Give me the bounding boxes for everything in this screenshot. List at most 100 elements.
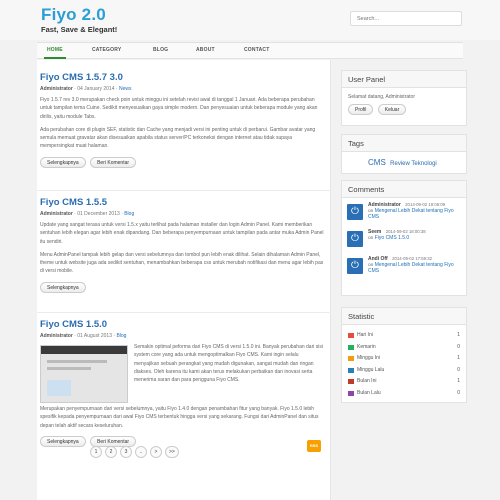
main-nav: HOME CATEGORY BLOG ABOUT CONTACT <box>37 42 463 59</box>
widget-title: User Panel <box>342 71 466 88</box>
comment-post-link[interactable]: Mengenal Lebih Dekat tentang Fiyo CMS <box>368 208 454 220</box>
stat-row: Bulan Lalu 0 <box>342 388 466 400</box>
stat-value: 1 <box>457 378 460 384</box>
stat-label: Bulan Ini <box>357 378 377 384</box>
flag-icon <box>348 379 354 384</box>
search-input[interactable] <box>351 12 461 25</box>
comment-date: 2014-09-02 17:59:32 <box>392 256 433 261</box>
widget-title: Comments <box>342 181 466 198</box>
post-thumbnail[interactable] <box>40 345 128 403</box>
post-body: Update yang sangat terasa untuk versi 1.… <box>40 221 324 276</box>
stat-row: Bulan Ini 1 <box>342 376 466 388</box>
page-link[interactable]: 2 <box>105 446 117 458</box>
nav-category[interactable]: CATEGORY <box>92 43 121 58</box>
post-category[interactable]: Blog <box>124 211 134 217</box>
comment-button[interactable]: Beri Komentar <box>90 156 137 168</box>
post-paragraph: Ada perubahan core di plugin SEF, statis… <box>40 126 316 150</box>
widget-title: Statistic <box>342 308 466 325</box>
nav-home[interactable]: HOME <box>44 43 66 59</box>
avatar-icon <box>347 204 363 220</box>
page-link[interactable]: 3 <box>120 446 132 458</box>
user-actions: Profil Keluar <box>342 104 466 115</box>
stat-value: 0 <box>457 389 460 396</box>
post-date: 04 January 2014 <box>77 86 115 92</box>
post-author: Administrator <box>40 86 73 92</box>
thumbnail-line <box>47 360 107 363</box>
stat-label: Kemarin <box>357 343 376 350</box>
tag-link[interactable]: Review Teknologi <box>390 161 437 167</box>
read-more-button[interactable]: Selengkapnya <box>40 281 86 293</box>
post-body: Semakin optimal peforma dari Fiyo CMS di… <box>40 343 324 430</box>
post-paragraph: Update yang sangat terasa untuk versi 1.… <box>40 222 324 245</box>
stat-row: Kemarin 0 <box>342 342 466 354</box>
flag-icon <box>348 344 354 350</box>
tag-cloud: CMS Review Teknologi <box>342 152 466 167</box>
stat-label: Minggu Lalu <box>357 366 385 373</box>
next-page-button[interactable]: > <box>150 446 162 458</box>
stat-label: Hari Ini <box>357 332 373 338</box>
post-actions: Selengkapnya Beri Komentar <box>40 156 324 168</box>
comment-item: Seem 2014-09-02 18:00:38 on Fiyo CMS 1.5… <box>342 227 466 254</box>
comment-item: Andi Off 2014-09-02 17:59:32 on Mengenal… <box>342 254 466 281</box>
post-title[interactable]: Fiyo CMS 1.5.7 3.0 <box>40 72 324 83</box>
comment-post-link[interactable]: Mengenal Lebih Dekat tentang Fiyo CMS <box>368 262 454 274</box>
thumbnail-line <box>47 367 91 370</box>
flag-icon <box>348 367 354 373</box>
flag-icon <box>348 356 354 361</box>
tags-widget: Tags CMS Review Teknologi <box>341 134 467 174</box>
post-meta: Administrator · 01 December 2013 · Blog <box>40 211 135 217</box>
stat-label: Minggu Ini <box>357 355 381 361</box>
profile-button[interactable]: Profil <box>348 104 374 115</box>
statistic-widget: Statistic Hari Ini 1 Kemarin 0 Minggu Ini 1 Mi… <box>341 307 467 403</box>
pagination: 1 2 3.. > >> <box>90 446 182 458</box>
main-content: Fiyo CMS 1.5.7 3.0 Administrator · 04 Ja… <box>37 60 331 500</box>
read-more-button[interactable]: Selengkapnya <box>40 435 86 447</box>
search-box[interactable] <box>350 11 462 26</box>
post: Fiyo CMS 1.5.7 3.0 Administrator · 04 Ja… <box>40 72 324 168</box>
nav-blog[interactable]: BLOG <box>153 43 168 58</box>
site-title[interactable]: Fiyo 2.0 <box>41 5 106 25</box>
stat-label: Bulan Lalu <box>357 389 381 396</box>
logout-button[interactable]: Keluar <box>377 104 407 115</box>
post-title[interactable]: Fiyo CMS 1.5.0 <box>40 319 324 330</box>
flag-icon <box>348 390 354 396</box>
stat-row: Minggu Lalu 0 <box>342 365 466 377</box>
comments-widget: Comments Administrator 2014-09-02 19:06:… <box>341 180 467 296</box>
post-title[interactable]: Fiyo CMS 1.5.5 <box>40 197 324 208</box>
tag-link[interactable]: CMS <box>368 158 386 167</box>
post-category[interactable]: News <box>119 86 132 92</box>
post-meta: Administrator · 04 January 2014 · News <box>40 86 132 92</box>
post-body: Fiyo 1.5.7 rev 3.0 merupakan check poin … <box>40 96 324 151</box>
post-date: 01 August 2013 <box>77 333 112 339</box>
stat-value: 0 <box>457 366 460 373</box>
last-page-button[interactable]: >> <box>165 446 179 458</box>
stat-value: 1 <box>457 355 460 361</box>
post-divider <box>37 312 331 313</box>
comment-on-label: on <box>368 236 374 241</box>
post-paragraph: Fiyo 1.5.7 rev 3.0 merupakan check poin … <box>40 97 318 120</box>
nav-about[interactable]: ABOUT <box>196 43 215 58</box>
statistic-list: Hari Ini 1 Kemarin 0 Minggu Ini 1 Minggu Lalu 0… <box>342 325 466 399</box>
welcome-text: Selamat datang, Administrator <box>348 94 415 100</box>
thumbnail-header <box>41 346 127 354</box>
user-panel-widget: User Panel Selamat datang, Administrator… <box>341 70 467 126</box>
comment-post-link[interactable]: Fiyo CMS 1.5.0 <box>375 235 409 241</box>
post-author: Administrator <box>40 211 73 217</box>
post-category[interactable]: Blog <box>116 333 126 339</box>
post-divider <box>37 190 331 191</box>
site-header: Fiyo 2.0 Fast, Save & Elegant! <box>0 0 500 40</box>
nav-contact[interactable]: CONTACT <box>244 43 269 58</box>
comment-date: 2014-09-02 18:00:38 <box>385 229 426 234</box>
stat-value: 0 <box>457 343 460 350</box>
stat-row: Hari Ini 1 <box>342 330 466 342</box>
comments-list: Administrator 2014-09-02 19:06:09 on Men… <box>342 198 466 281</box>
post-date: 01 December 2013 <box>77 211 120 217</box>
site-tagline: Fast, Save & Elegant! <box>41 25 118 34</box>
thumbnail-box <box>47 380 71 396</box>
post-paragraph: Merupakan penyempurnaan dari versi sebel… <box>40 406 319 429</box>
read-more-button[interactable]: Selengkapnya <box>40 156 86 168</box>
page-link[interactable]: 1 <box>90 446 102 458</box>
rss-icon[interactable]: RSS <box>307 440 321 452</box>
post-actions: Selengkapnya <box>40 281 324 293</box>
flag-icon <box>348 333 354 338</box>
